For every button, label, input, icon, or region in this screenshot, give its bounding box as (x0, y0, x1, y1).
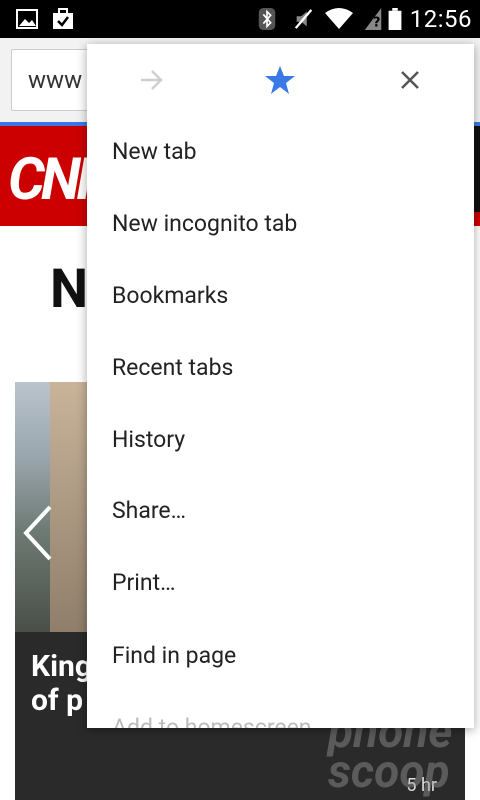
chevron-left-icon[interactable] (22, 505, 54, 561)
close-icon (401, 71, 419, 89)
url-text: www (28, 66, 83, 94)
briefcase-check-icon (53, 8, 73, 29)
menu-item-share[interactable]: Share… (112, 491, 186, 531)
image-notification-icon (16, 9, 38, 29)
clock: 12:56 (409, 5, 472, 33)
star-icon (265, 66, 295, 94)
menu-item-new-tab[interactable]: New tab (112, 132, 197, 172)
menu-item-find-in-page[interactable]: Find in page (112, 636, 236, 676)
menu-item-add-to-homescreen[interactable]: Add to homescreen (112, 708, 312, 728)
menu-item-print[interactable]: Print… (112, 563, 176, 603)
overflow-menu: New tab New incognito tab Bookmarks Rece… (87, 44, 474, 728)
mute-icon (294, 9, 313, 29)
status-bar: ? 12:56 (0, 0, 480, 38)
no-signal-icon: ? (364, 8, 382, 30)
arrow-right-icon (141, 70, 163, 90)
menu-toolbar (87, 44, 474, 116)
stop-button[interactable] (388, 58, 432, 102)
menu-item-history[interactable]: History (112, 420, 185, 460)
svg-text:?: ? (373, 15, 380, 30)
forward-button[interactable] (130, 58, 174, 102)
page-headline: N (50, 258, 89, 321)
bookmark-star-button[interactable] (258, 58, 302, 102)
menu-item-new-incognito-tab[interactable]: New incognito tab (112, 204, 297, 244)
menu-item-bookmarks[interactable]: Bookmarks (112, 276, 228, 316)
battery-icon (388, 8, 402, 30)
menu-item-recent-tabs[interactable]: Recent tabs (112, 348, 233, 388)
wifi-icon (325, 8, 353, 29)
bluetooth-icon (258, 8, 276, 30)
